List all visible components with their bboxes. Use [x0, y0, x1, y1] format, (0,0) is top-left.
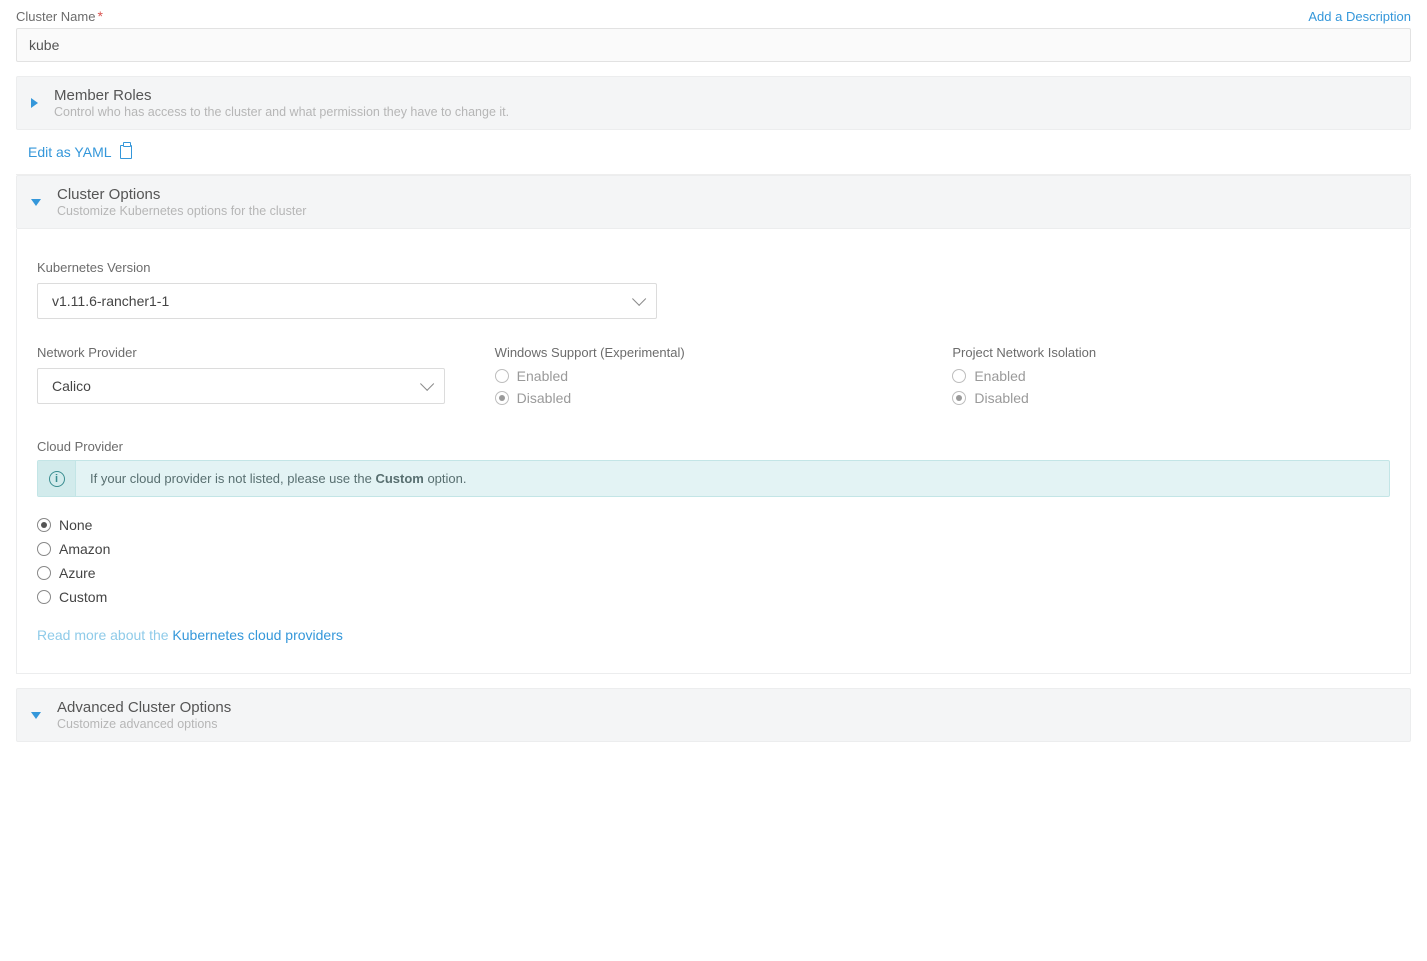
proj-iso-enabled-radio: Enabled	[952, 368, 1390, 384]
read-more-prefix: Read more about the	[37, 627, 172, 643]
radio-label: Enabled	[974, 368, 1025, 384]
advanced-options-title: Advanced Cluster Options	[57, 699, 231, 716]
cloud-provider-none-radio[interactable]: None	[37, 517, 1390, 533]
info-text-bold: Custom	[375, 471, 423, 486]
radio-icon	[495, 369, 509, 383]
win-support-enabled-radio: Enabled	[495, 368, 933, 384]
info-icon-box: i	[38, 461, 76, 496]
radio-label: None	[59, 517, 92, 533]
info-icon: i	[49, 471, 65, 487]
cluster-name-input[interactable]	[16, 28, 1411, 62]
info-text-suffix: option.	[424, 471, 467, 486]
chevron-down-icon	[31, 712, 41, 719]
required-indicator: *	[97, 8, 102, 24]
kube-version-label: Kubernetes Version	[37, 260, 150, 275]
kube-version-select[interactable]: v1.11.6-rancher1-1	[37, 283, 657, 319]
network-provider-label: Network Provider	[37, 345, 475, 360]
advanced-options-sub: Customize advanced options	[57, 717, 231, 731]
cloud-provider-read-more: Read more about the Kubernetes cloud pro…	[37, 627, 1390, 643]
radio-icon	[37, 566, 51, 580]
kubernetes-cloud-providers-link[interactable]: Kubernetes cloud providers	[172, 627, 342, 643]
kube-version-value: v1.11.6-rancher1-1	[52, 293, 169, 309]
info-text-prefix: If your cloud provider is not listed, pl…	[90, 471, 375, 486]
radio-label: Amazon	[59, 541, 110, 557]
chevron-right-icon	[31, 98, 38, 108]
radio-label: Disabled	[517, 390, 571, 406]
radio-label: Enabled	[517, 368, 568, 384]
radio-label: Disabled	[974, 390, 1028, 406]
add-description-link[interactable]: Add a Description	[1308, 9, 1411, 24]
chevron-down-icon	[632, 292, 646, 306]
cloud-provider-custom-radio[interactable]: Custom	[37, 589, 1390, 605]
cloud-provider-label: Cloud Provider	[37, 439, 123, 454]
cluster-options-sub: Customize Kubernetes options for the clu…	[57, 204, 306, 218]
member-roles-header[interactable]: Member Roles Control who has access to t…	[16, 76, 1411, 130]
cluster-options-title: Cluster Options	[57, 186, 306, 203]
chevron-down-icon	[31, 199, 41, 206]
radio-icon	[37, 590, 51, 604]
windows-support-label: Windows Support (Experimental)	[495, 345, 933, 360]
clipboard-icon	[120, 145, 132, 159]
advanced-options-header[interactable]: Advanced Cluster Options Customize advan…	[16, 688, 1411, 742]
chevron-down-icon	[420, 377, 434, 391]
radio-icon	[495, 391, 509, 405]
radio-icon	[37, 542, 51, 556]
radio-label: Azure	[59, 565, 96, 581]
edit-as-yaml-label: Edit as YAML	[28, 144, 112, 160]
cluster-options-body: Kubernetes Version v1.11.6-rancher1-1 Ne…	[16, 229, 1411, 674]
win-support-disabled-radio: Disabled	[495, 390, 933, 406]
proj-iso-disabled-radio: Disabled	[952, 390, 1390, 406]
project-net-iso-label: Project Network Isolation	[952, 345, 1390, 360]
cloud-provider-azure-radio[interactable]: Azure	[37, 565, 1390, 581]
radio-label: Custom	[59, 589, 107, 605]
network-provider-select[interactable]: Calico	[37, 368, 445, 404]
cluster-options-header[interactable]: Cluster Options Customize Kubernetes opt…	[16, 175, 1411, 229]
radio-icon	[37, 518, 51, 532]
member-roles-title: Member Roles	[54, 87, 509, 104]
info-text: If your cloud provider is not listed, pl…	[76, 461, 480, 496]
radio-icon	[952, 369, 966, 383]
radio-icon	[952, 391, 966, 405]
edit-as-yaml-link[interactable]: Edit as YAML	[16, 130, 1411, 160]
cloud-provider-info-banner: i If your cloud provider is not listed, …	[37, 460, 1390, 497]
cluster-name-label: Cluster Name	[16, 9, 95, 24]
cloud-provider-amazon-radio[interactable]: Amazon	[37, 541, 1390, 557]
network-provider-value: Calico	[52, 378, 91, 394]
member-roles-sub: Control who has access to the cluster an…	[54, 105, 509, 119]
